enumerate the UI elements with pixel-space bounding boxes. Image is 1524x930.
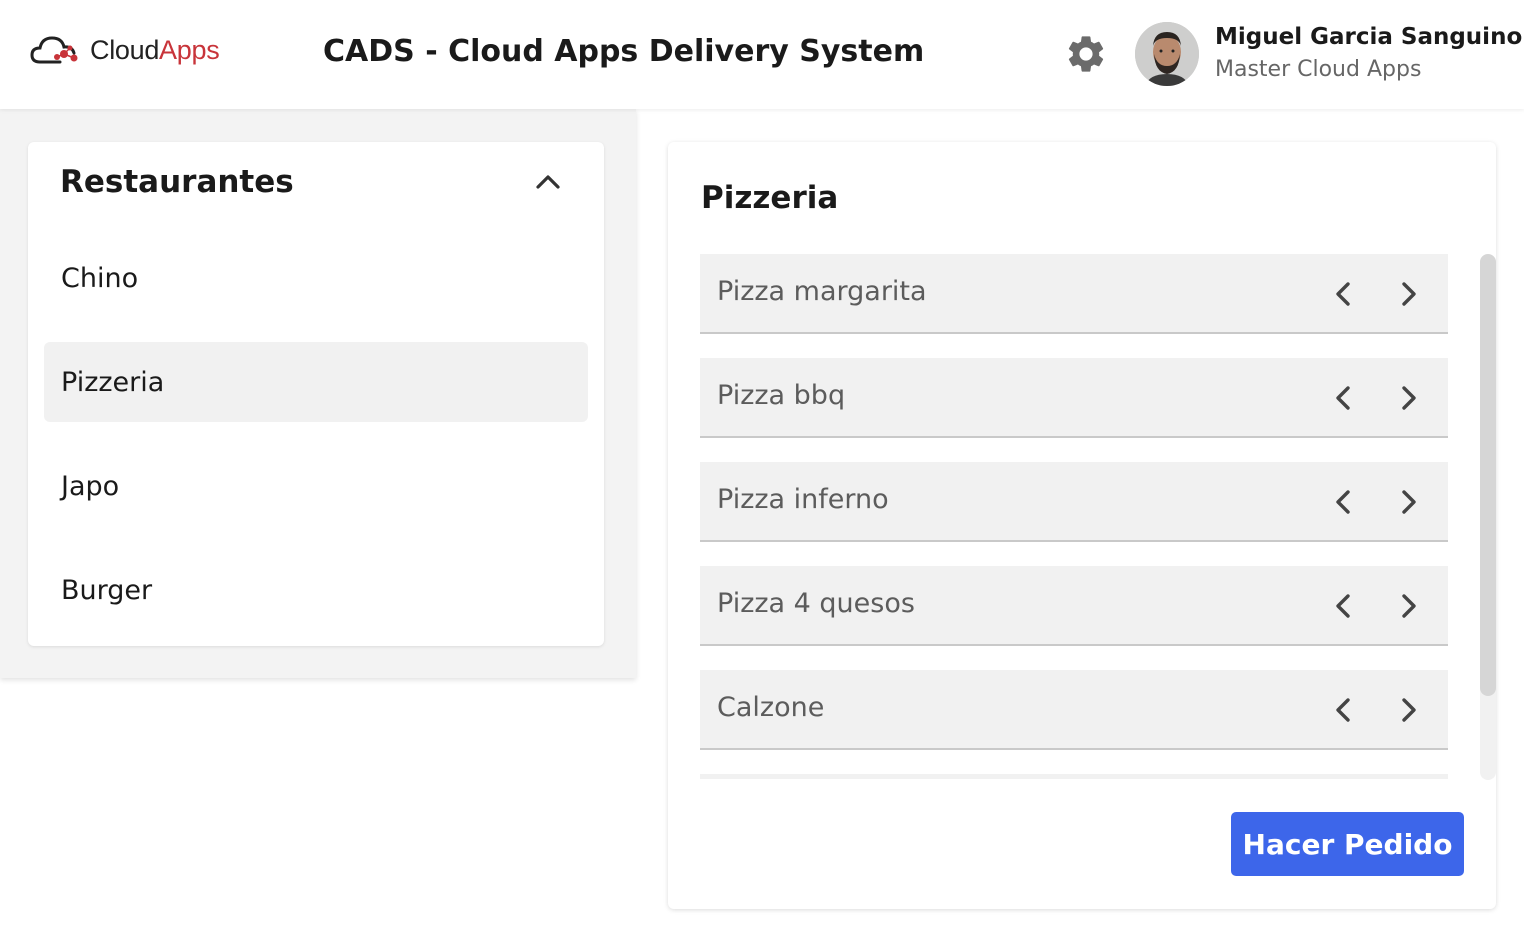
- next-button[interactable]: [1390, 380, 1426, 416]
- chevron-left-icon: [1336, 698, 1350, 722]
- restaurant-label: Pizzeria: [61, 366, 165, 398]
- next-button[interactable]: [1390, 276, 1426, 312]
- restaurants-card: Restaurantes Chino Pizzeria Japo Burger: [28, 142, 604, 646]
- settings-button[interactable]: [1064, 32, 1108, 76]
- chevron-right-icon: [1402, 490, 1416, 514]
- menu-item: Pizza 4 quesos: [700, 566, 1448, 646]
- restaurant-label: Chino: [61, 262, 139, 294]
- menu-item: Calzone: [700, 670, 1448, 750]
- chevron-left-icon: [1336, 594, 1350, 618]
- chevron-right-icon: [1402, 386, 1416, 410]
- menu-item-label: Pizza margarita: [717, 276, 927, 307]
- next-button[interactable]: [1390, 484, 1426, 520]
- chevron-left-icon: [1336, 282, 1350, 306]
- chevron-right-icon: [1402, 698, 1416, 722]
- page-title: CADS - Cloud Apps Delivery System: [323, 34, 925, 69]
- prev-button[interactable]: [1326, 276, 1362, 312]
- restaurant-label: Burger: [61, 574, 153, 606]
- logo-text: CloudApps: [90, 34, 220, 65]
- next-button[interactable]: [1390, 588, 1426, 624]
- menu-card: Pizzeria Pizza margarita Pizza bbq Pizza…: [668, 142, 1496, 909]
- menu-item-label: Pizza 4 quesos: [717, 588, 915, 619]
- menu-list[interactable]: Pizza margarita Pizza bbq Pizza inferno: [700, 254, 1448, 779]
- restaurant-item-burger[interactable]: Burger: [44, 550, 588, 630]
- menu-item-partial: [700, 774, 1448, 779]
- restaurant-item-chino[interactable]: Chino: [44, 238, 588, 318]
- chevron-right-icon: [1402, 594, 1416, 618]
- cloud-icon: [30, 36, 78, 64]
- next-button[interactable]: [1390, 692, 1426, 728]
- menu-item: Pizza margarita: [700, 254, 1448, 334]
- avatar[interactable]: [1135, 22, 1199, 86]
- scrollbar-thumb[interactable]: [1480, 254, 1496, 696]
- prev-button[interactable]: [1326, 692, 1362, 728]
- menu-title: Pizzeria: [701, 180, 839, 216]
- chevron-left-icon: [1336, 490, 1350, 514]
- app-header: CloudApps CADS - Cloud Apps Delivery Sys…: [0, 0, 1524, 109]
- prev-button[interactable]: [1326, 588, 1362, 624]
- place-order-button[interactable]: Hacer Pedido: [1231, 812, 1464, 876]
- restaurant-item-pizzeria[interactable]: Pizzeria: [44, 342, 588, 422]
- menu-item: Pizza inferno: [700, 462, 1448, 542]
- user-subtitle: Master Cloud Apps: [1215, 57, 1422, 82]
- chevron-right-icon: [1402, 282, 1416, 306]
- restaurant-label: Japo: [61, 470, 120, 502]
- menu-item-label: Pizza bbq: [717, 380, 846, 411]
- restaurants-title: Restaurantes: [60, 164, 294, 200]
- chevron-up-icon: [536, 175, 560, 189]
- prev-button[interactable]: [1326, 380, 1362, 416]
- menu-item-label: Calzone: [717, 692, 825, 723]
- restaurant-item-japo[interactable]: Japo: [44, 446, 588, 526]
- prev-button[interactable]: [1326, 484, 1362, 520]
- menu-item-label: Pizza inferno: [717, 484, 889, 515]
- user-name: Miguel Garcia Sanguino: [1215, 24, 1523, 50]
- cloudapps-logo[interactable]: CloudApps: [30, 32, 220, 68]
- gear-icon: [1068, 36, 1104, 72]
- collapse-button[interactable]: [532, 166, 564, 198]
- chevron-left-icon: [1336, 386, 1350, 410]
- user-photo-icon: [1135, 22, 1199, 86]
- menu-item: Pizza bbq: [700, 358, 1448, 438]
